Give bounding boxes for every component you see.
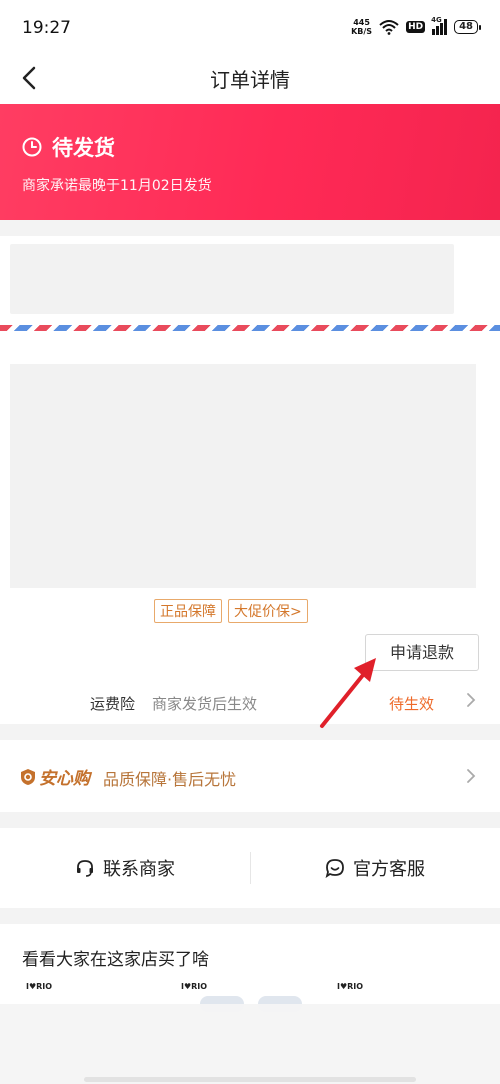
headset-icon: [77, 860, 93, 877]
rec-item-logo[interactable]: I♥RIO: [337, 982, 373, 991]
status-time: 19:27: [22, 18, 71, 38]
product-card: 正品保障 大促价保> 申请退款 运费险 商家发货后生效 待生效: [0, 344, 500, 724]
network-speed: 445 KB/S: [351, 18, 372, 36]
network-speed-unit: KB/S: [351, 27, 373, 36]
order-status-subtitle: 商家承诺最晚于11月02日发货: [22, 178, 212, 194]
recommendations-section: 看看大家在这家店买了啥 I♥RIO I♥RIO I♥RIO: [0, 924, 500, 1084]
recommendations-blurred-content: [0, 1004, 500, 1084]
address-card[interactable]: [0, 236, 500, 344]
product-blurred-content[interactable]: [10, 364, 476, 588]
insurance-status: 待生效: [389, 695, 435, 713]
official-service-button[interactable]: 官方客服: [250, 828, 500, 908]
network-speed-value: 445: [353, 18, 370, 27]
page-title: 订单详情: [210, 68, 290, 92]
rec-brand-text: I♥RIO: [337, 982, 364, 991]
official-service-label: 官方客服: [353, 859, 425, 880]
rec-brand-text: I♥RIO: [26, 982, 53, 991]
contact-merchant-button[interactable]: 联系商家: [0, 828, 250, 908]
insurance-description: 商家发货后生效: [152, 695, 258, 713]
hd-badge: HD: [406, 21, 426, 33]
recommendations-title: 看看大家在这家店买了啥: [22, 950, 209, 970]
shipping-insurance-row[interactable]: 运费险 商家发货后生效 待生效: [0, 684, 500, 720]
tag-price-protect[interactable]: 大促价保>: [228, 599, 308, 623]
wifi-icon: [379, 20, 399, 35]
order-status-banner: 待发货 商家承诺最晚于11月02日发货: [0, 104, 500, 220]
guarantee-text: 品质保障·售后无忧: [103, 770, 237, 789]
status-bar: 19:27 445 KB/S HD 4G 48: [0, 0, 500, 56]
guarantee-row[interactable]: 安心购 品质保障·售后无忧: [0, 740, 500, 812]
insurance-label: 运费险: [90, 695, 136, 713]
guarantee-brand: 安心购: [39, 769, 90, 789]
annotation-arrow-icon: [320, 658, 376, 728]
network-type: 4G: [431, 16, 442, 24]
chat-bubble-icon: [325, 859, 344, 878]
order-status-title: 待发货: [52, 136, 115, 160]
service-tags: 正品保障 大促价保>: [154, 599, 308, 623]
status-indicators: 445 KB/S HD 4G 48: [351, 16, 481, 36]
nav-bar: 订单详情: [0, 56, 500, 104]
rec-brand-text: I♥RIO: [181, 982, 208, 991]
battery-icon: 48: [454, 20, 481, 34]
clock-icon: [22, 137, 42, 157]
shield-icon: [21, 768, 35, 785]
airmail-divider: [0, 325, 500, 331]
contact-merchant-label: 联系商家: [103, 859, 175, 880]
tag-authentic[interactable]: 正品保障: [154, 599, 222, 623]
chevron-right-icon: [467, 693, 476, 707]
signal-icon: 4G: [431, 16, 448, 35]
rec-item-logo[interactable]: I♥RIO: [26, 982, 62, 991]
chevron-right-icon: [467, 769, 476, 783]
home-indicator[interactable]: [84, 1077, 416, 1082]
refund-button[interactable]: 申请退款: [365, 634, 479, 671]
contact-bar: 联系商家 官方客服: [0, 828, 500, 908]
rec-item-logo[interactable]: I♥RIO: [181, 982, 217, 991]
address-blurred-content: [10, 244, 454, 314]
guarantee-logo: 安心购: [20, 764, 90, 789]
order-status-row: 待发货: [22, 132, 115, 162]
battery-level: 48: [459, 21, 473, 32]
